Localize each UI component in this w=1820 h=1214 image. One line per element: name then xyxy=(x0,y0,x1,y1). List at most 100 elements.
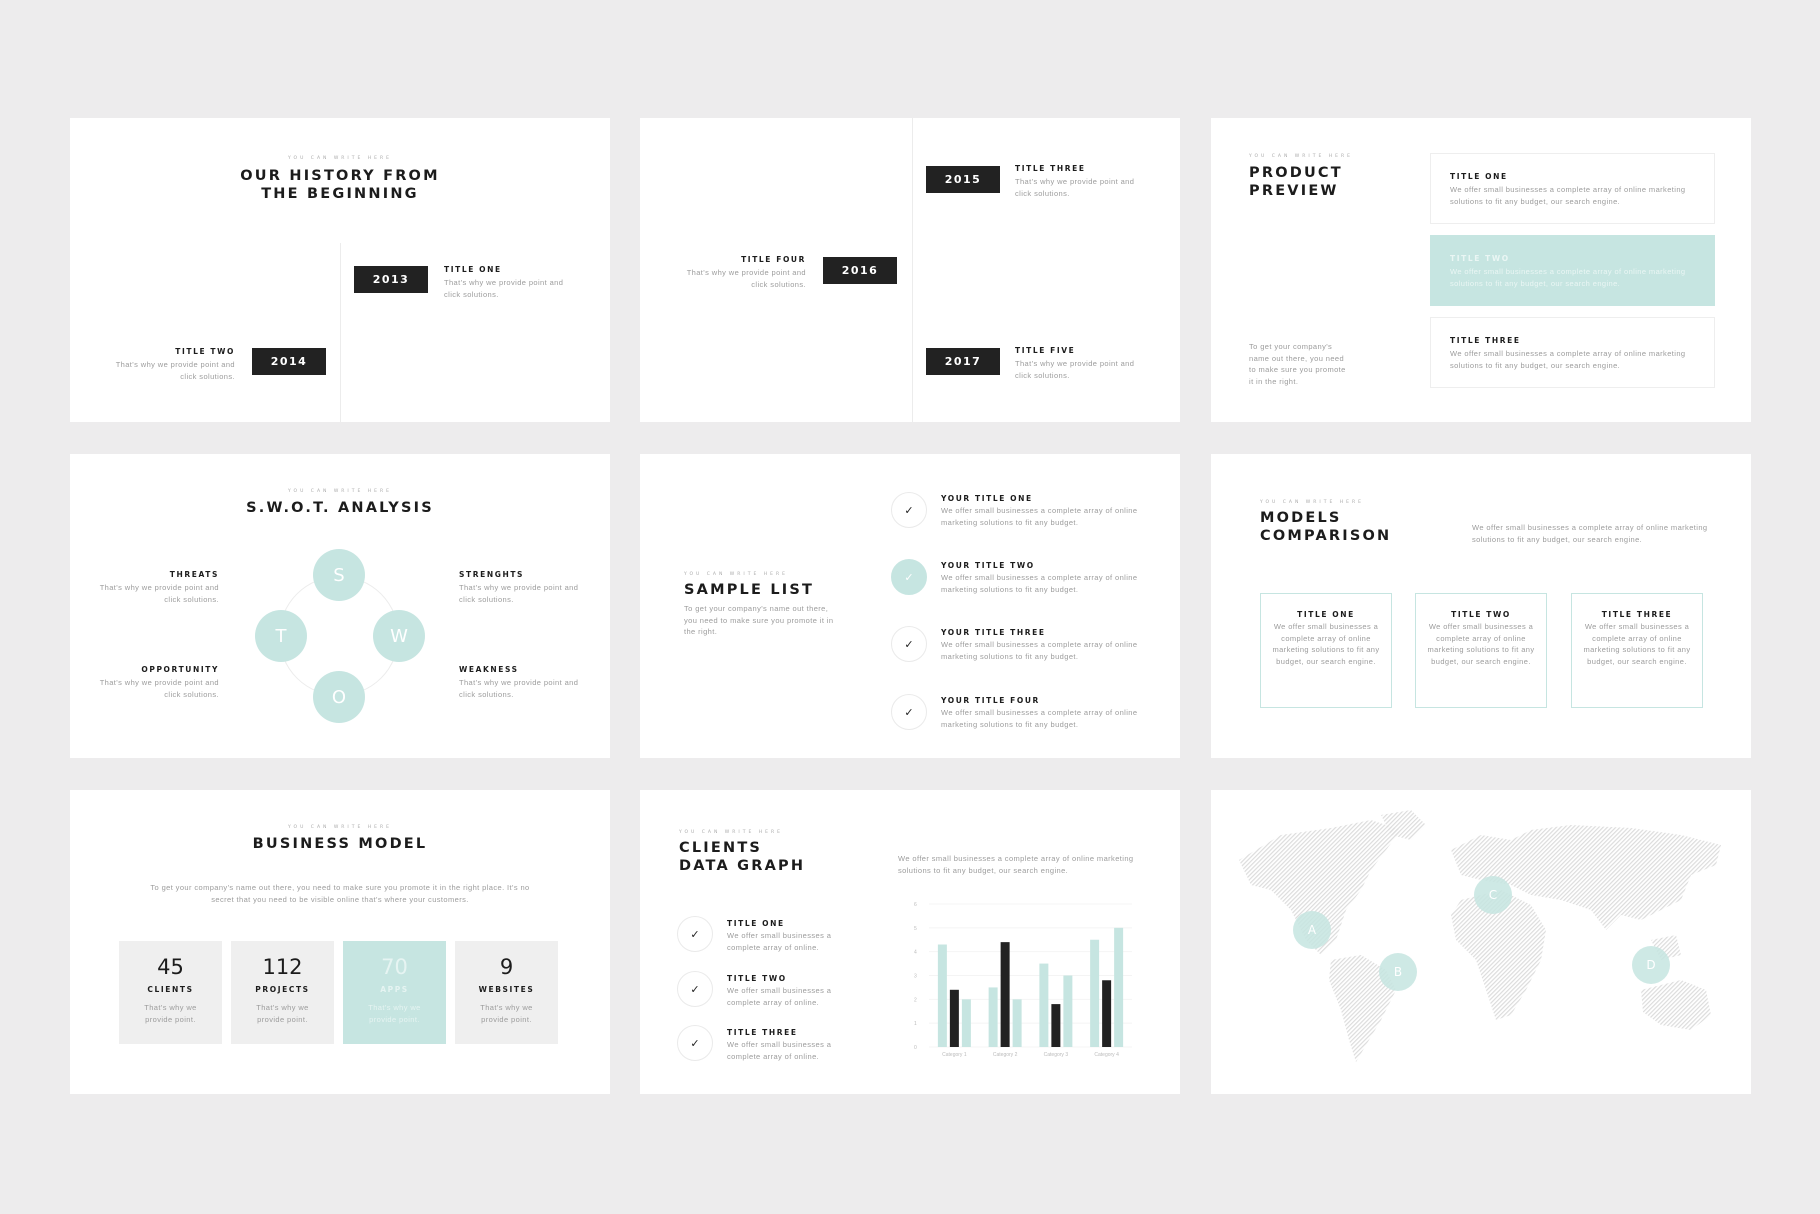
swot-item: WEAKNESS That's why we provide point and … xyxy=(459,665,589,700)
slide-title-line2: THE BEGINNING xyxy=(261,186,419,202)
item-title: YOUR TITLE FOUR xyxy=(941,696,1040,705)
item-title: TITLE TWO xyxy=(727,974,787,983)
swot-circle-o: O xyxy=(313,671,365,723)
slide-history[interactable]: You can write here OUR HISTORY FROM THE … xyxy=(70,118,610,422)
stat-text: That's why we provide point. xyxy=(368,1003,421,1024)
check-icon: ✓ xyxy=(891,626,927,662)
stat-card: 45 CLIENTS That's why we provide point. xyxy=(119,941,222,1044)
stat-text: That's why we provide point. xyxy=(144,1003,197,1024)
slide-sample-list[interactable]: You can write here SAMPLE LIST To get yo… xyxy=(640,454,1180,758)
intro-text: We offer small businesses a complete arr… xyxy=(1472,523,1708,544)
world-map xyxy=(1239,810,1721,1062)
product-card-highlighted[interactable]: TITLE TWO We offer small businesses a com… xyxy=(1430,235,1715,306)
check-icon-active: ✓ xyxy=(891,559,927,595)
check-icon: ✓ xyxy=(677,916,713,952)
stat-value: 112 xyxy=(262,955,303,979)
subtitle-label: You can write here xyxy=(1260,500,1364,505)
stat-value: 9 xyxy=(499,955,514,979)
map-marker-c[interactable]: C xyxy=(1474,876,1512,914)
slide-title: SAMPLE LIST xyxy=(684,582,815,598)
slide-business-model[interactable]: You can write here BUSINESS MODEL To get… xyxy=(70,790,610,1094)
product-card[interactable]: TITLE ONE We offer small businesses a com… xyxy=(1430,153,1715,224)
card-text: We offer small businesses a complete arr… xyxy=(1450,185,1686,206)
item-text: We offer small businesses a complete arr… xyxy=(941,573,1138,594)
x-tick-label: Category 4 xyxy=(1094,1052,1119,1058)
model-card[interactable]: TITLE THREE We offer small businesses a c… xyxy=(1571,593,1703,708)
subtitle-label: You can write here xyxy=(288,825,392,830)
bar xyxy=(1039,963,1049,1047)
item-text: We offer small businesses a complete arr… xyxy=(941,708,1138,729)
list-item: TITLE TWO We offer small businesses a com… xyxy=(727,974,847,1008)
item-text: That's why we provide point and click so… xyxy=(1015,177,1135,198)
swot-item: THREATS That's why we provide point and c… xyxy=(89,570,219,605)
y-tick-label: 3 xyxy=(914,974,917,980)
subtitle-label: You can write here xyxy=(288,489,392,494)
subtitle-label: You can write here xyxy=(679,830,783,835)
item-title: OPPORTUNITY xyxy=(141,665,219,674)
stat-label: CLIENTS xyxy=(147,985,194,994)
check-icon: ✓ xyxy=(677,1025,713,1061)
map-marker-a[interactable]: A xyxy=(1293,911,1331,949)
intro-text: To get your company's name out there, yo… xyxy=(684,604,834,636)
item-text: That's why we provide point and click so… xyxy=(115,360,235,381)
stat-label: APPS xyxy=(380,985,409,994)
model-card[interactable]: TITLE TWO We offer small businesses a com… xyxy=(1415,593,1547,708)
subtitle-label: You can write here xyxy=(1249,154,1353,159)
subtitle-label: You can write here xyxy=(684,572,788,577)
slide-title: PRODUCT xyxy=(1249,165,1343,181)
timeline-item: TITLE FIVE That's why we provide point a… xyxy=(1015,346,1145,381)
slide-title-line2: DATA GRAPH xyxy=(679,858,806,874)
list-item: YOUR TITLE THREE We offer small businesse… xyxy=(941,628,1146,662)
item-title: YOUR TITLE THREE xyxy=(941,628,1046,637)
slide-world-map[interactable]: A B C D xyxy=(1211,790,1751,1094)
year-badge: 2014 xyxy=(252,348,326,375)
swot-circle-w: W xyxy=(373,610,425,662)
item-text: That's why we provide point and click so… xyxy=(686,268,806,289)
item-title: TITLE THREE xyxy=(727,1028,798,1037)
bar xyxy=(949,989,959,1047)
slide-title: BUSINESS MODEL xyxy=(252,836,428,852)
intro-text: We offer small businesses a complete arr… xyxy=(898,854,1134,875)
bar xyxy=(1090,939,1100,1047)
slide-timeline[interactable]: 2015 TITLE THREE That's why we provide p… xyxy=(640,118,1180,422)
map-marker-d[interactable]: D xyxy=(1632,946,1670,984)
slide-swot[interactable]: You can write here S.W.O.T. ANALYSIS S W… xyxy=(70,454,610,758)
y-tick-label: 0 xyxy=(914,1045,917,1051)
x-tick-label: Category 3 xyxy=(1044,1052,1069,1058)
item-title: YOUR TITLE ONE xyxy=(941,494,1033,503)
product-card[interactable]: TITLE THREE We offer small businesses a c… xyxy=(1430,317,1715,388)
slide-clients-data-graph[interactable]: You can write here CLIENTS DATA GRAPH We… xyxy=(640,790,1180,1094)
slide-title-line2: COMPARISON xyxy=(1260,528,1392,544)
stat-text: That's why we provide point. xyxy=(480,1003,533,1024)
list-item: YOUR TITLE FOUR We offer small businesses… xyxy=(941,696,1146,730)
item-title: STRENGHTS xyxy=(459,570,525,579)
item-title: TITLE FIVE xyxy=(1015,346,1076,355)
bar xyxy=(988,987,998,1047)
item-text: We offer small businesses a complete arr… xyxy=(941,506,1138,527)
bar xyxy=(1102,980,1112,1047)
check-icon: ✓ xyxy=(891,492,927,528)
item-title: THREATS xyxy=(169,570,219,579)
card-title: TITLE ONE xyxy=(1450,172,1508,181)
slide-product-preview[interactable]: You can write here PRODUCT PREVIEW To ge… xyxy=(1211,118,1751,422)
card-text: We offer small businesses a complete arr… xyxy=(1427,622,1535,666)
y-tick-label: 4 xyxy=(914,950,917,956)
swot-item: OPPORTUNITY That's why we provide point a… xyxy=(89,665,219,700)
model-card[interactable]: TITLE ONE We offer small businesses a com… xyxy=(1260,593,1392,708)
item-title: TITLE TWO xyxy=(175,347,235,356)
item-text: That's why we provide point and click so… xyxy=(1015,359,1135,380)
stat-text: That's why we provide point. xyxy=(256,1003,309,1024)
list-item: YOUR TITLE TWO We offer small businesses … xyxy=(941,561,1146,595)
bar xyxy=(1051,1004,1061,1047)
slide-title: OUR HISTORY FROM xyxy=(240,168,440,184)
item-text: We offer small businesses a complete arr… xyxy=(727,1040,832,1061)
swot-circle-s: S xyxy=(313,549,365,601)
card-text: We offer small businesses a complete arr… xyxy=(1272,622,1380,666)
timeline-line xyxy=(340,243,341,422)
card-title: TITLE THREE xyxy=(1601,610,1673,619)
timeline-item: TITLE TWO That's why we provide point an… xyxy=(105,347,235,382)
slide-models-comparison[interactable]: You can write here MODELS COMPARISON We … xyxy=(1211,454,1751,758)
map-marker-b[interactable]: B xyxy=(1379,953,1417,991)
timeline-item: TITLE ONE That's why we provide point an… xyxy=(444,265,574,300)
y-tick-label: 5 xyxy=(914,926,917,932)
